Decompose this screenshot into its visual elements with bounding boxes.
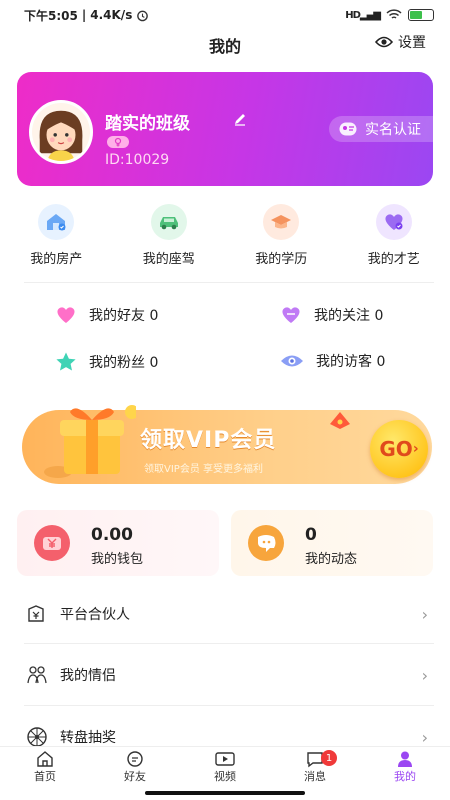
tab-friends[interactable]: 好友 [90,747,180,786]
asset-house[interactable]: 我的房产 [0,204,113,267]
chevron-right-icon: › [421,604,428,624]
house-icon [38,204,75,240]
vip-banner[interactable]: 领取VIP会员 领取VIP会员 享受更多福利 GO › [22,402,432,486]
social-count: 0 [149,308,159,324]
settings-button[interactable]: 设置 [374,32,426,52]
chat-face-icon [248,525,284,561]
friends-icon [127,750,143,767]
asset-education[interactable]: 我的学历 [225,204,338,267]
alarm-icon [137,10,149,21]
asset-talent[interactable]: 我的才艺 [338,204,450,267]
social-fans[interactable]: 我的粉丝 0 [55,351,158,373]
settings-label: 设置 [398,35,426,51]
asset-label: 我的才艺 [367,252,420,267]
graduation-cap-icon [263,204,300,240]
social-count: 0 [374,308,384,324]
nickname: 踏实的班级 [105,114,190,134]
menu-couple[interactable]: 我的情侣 › [0,647,450,703]
social-visitors[interactable]: 我的访客 0 [280,351,385,371]
vip-subtitle: 领取VIP会员 享受更多福利 [144,464,263,475]
menu-label: 平台合伙人 [60,607,130,623]
social-label: 我的粉丝 [89,355,145,371]
social-count: 0 [376,354,386,370]
asset-label: 我的学历 [255,252,308,267]
social-label: 我的好友 [89,308,145,324]
pink-heart-icon [57,307,75,323]
status-bar: 下午5:05 | 4.4K/s HD▂▄▆ [0,0,450,30]
battery-icon [408,9,434,21]
wallet-label: 我的钱包 [91,552,144,567]
purple-heart-icon [282,307,300,323]
tab-label: 我的 [394,769,416,783]
vip-title: 领取VIP会员 [140,428,277,453]
tab-label: 好友 [124,769,146,783]
wheel-icon [27,727,47,747]
status-separator: | [81,8,87,22]
divider [24,282,434,283]
tab-mine[interactable]: 我的 [360,747,450,786]
edit-icon[interactable] [233,112,247,126]
verify-label: 实名认证 [365,122,421,138]
tab-label: 视频 [214,769,236,783]
home-icon [37,750,53,767]
status-speed: 4.4K/s [90,8,133,22]
tab-home[interactable]: 首页 [0,747,90,786]
verify-button[interactable]: 实名认证 [329,116,433,142]
moments-label: 我的动态 [305,552,358,567]
tab-label: 首页 [34,769,56,783]
profile-card[interactable]: 踏实的班级 ID:10029 实名认证 [17,72,433,186]
chevron-right-icon: › [421,727,428,747]
red-envelope-icon [330,412,350,429]
wallet-balance: 0.00 [91,525,133,545]
moments-card[interactable]: 0 我的动态 [231,510,433,576]
social-friends[interactable]: 我的好友 0 [55,305,158,325]
video-icon [215,751,235,766]
star-icon [56,352,76,371]
social-label: 我的访客 [316,354,372,370]
tab-label: 消息 [304,769,326,783]
home-indicator [145,791,305,795]
divider [24,705,434,706]
yen-wallet-icon [34,525,70,561]
social-count: 0 [149,355,159,371]
gift-box-icon [44,405,136,478]
profile-icon [398,751,412,767]
asset-row: 我的房产 我的座驾 我的学历 我的才艺 [0,204,450,267]
avatar-image [32,103,90,161]
eye-settings-icon [374,36,394,48]
menu-label: 转盘抽奖 [60,730,116,746]
partner-icon [28,605,44,622]
vip-go-button[interactable]: GO › [370,420,428,478]
menu-label: 我的情侣 [60,668,116,684]
divider [24,643,434,644]
social-label: 我的关注 [314,308,370,324]
tab-video[interactable]: 视频 [180,747,270,786]
asset-label: 我的座驾 [142,252,195,267]
avatar[interactable] [29,100,93,164]
asset-label: 我的房产 [30,252,83,267]
menu-partner[interactable]: 平台合伙人 › [0,586,450,642]
user-id: ID:10029 [105,152,170,168]
couple-icon [27,666,47,684]
asset-car[interactable]: 我的座驾 [113,204,226,267]
gender-tag-icon [107,136,129,148]
moments-count: 0 [305,525,317,545]
social-following[interactable]: 我的关注 0 [280,305,383,325]
tab-messages[interactable]: 消息 1 [270,747,360,786]
bottom-tab-bar: 首页 好友 视频 消息 1 我的 [0,746,450,786]
chevron-right-icon: › [421,665,428,685]
wallet-card[interactable]: 0.00 我的钱包 [17,510,219,576]
status-time: 下午5:05 [24,8,78,23]
id-card-icon [339,122,357,136]
signal-icon: HD▂▄▆ [345,9,381,21]
wifi-icon [386,9,402,19]
car-icon [150,204,187,240]
eye-icon [281,355,303,367]
message-badge: 1 [321,750,337,766]
heart-skill-icon [375,204,412,240]
